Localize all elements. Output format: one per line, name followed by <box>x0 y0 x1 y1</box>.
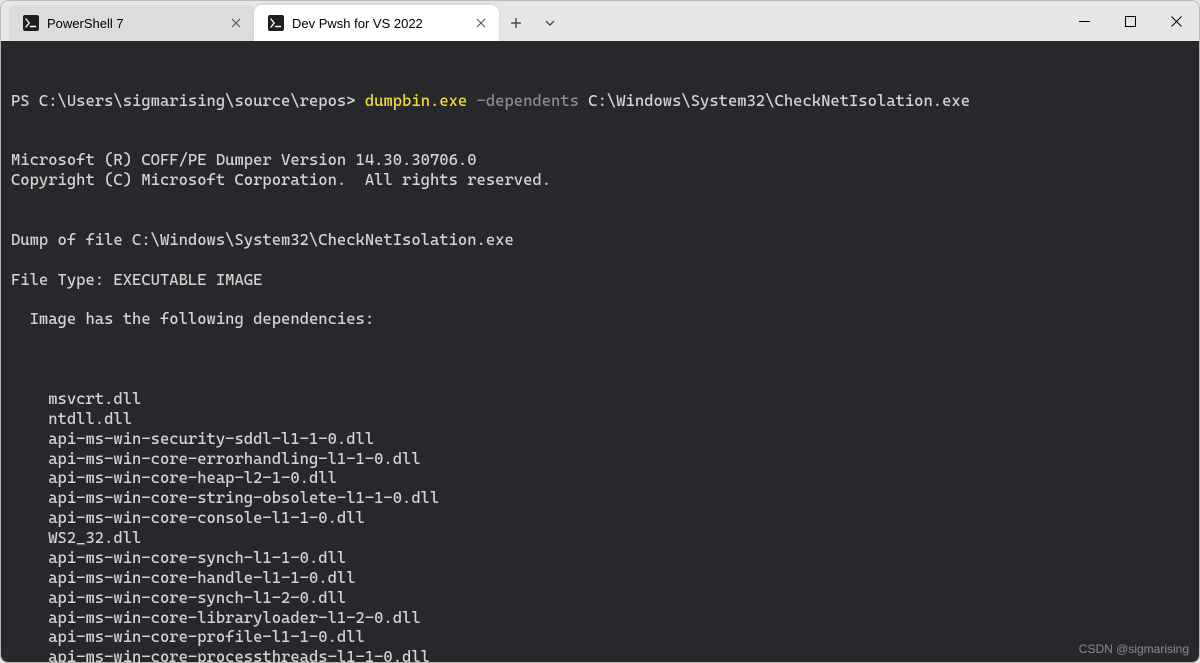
output-line: Microsoft (R) COFF/PE Dumper Version 14.… <box>11 150 1189 170</box>
prompt-line: PS C:\Users\sigmarising\source\repos> du… <box>11 91 1189 111</box>
dependency-line: api-ms-win-core-libraryloader-l1-2-0.dll <box>11 608 1189 628</box>
new-tab-button[interactable] <box>499 5 533 41</box>
dependency-line: api-ms-win-core-synch-l1-2-0.dll <box>11 588 1189 608</box>
powershell-icon <box>268 15 284 31</box>
tab-powershell[interactable]: PowerShell 7 <box>9 5 254 41</box>
dependency-line: msvcrt.dll <box>11 389 1189 409</box>
dependency-line: api-ms-win-core-handle-l1-1-0.dll <box>11 568 1189 588</box>
output-line <box>11 290 1189 310</box>
close-window-button[interactable] <box>1153 1 1199 41</box>
dependency-line: api-ms-win-core-string-obsolete-l1-1-0.d… <box>11 488 1189 508</box>
close-icon[interactable] <box>473 15 489 31</box>
minimize-button[interactable] <box>1061 1 1107 41</box>
dependency-line: api-ms-win-security-sddl-l1-1-0.dll <box>11 429 1189 449</box>
output-header: Microsoft (R) COFF/PE Dumper Version 14.… <box>11 150 1189 349</box>
output-line <box>11 250 1189 270</box>
output-line <box>11 190 1189 210</box>
window-controls <box>1061 1 1199 41</box>
dependency-line: api-ms-win-core-errorhandling-l1-1-0.dll <box>11 449 1189 469</box>
dependency-list: msvcrt.dll ntdll.dll api-ms-win-security… <box>11 389 1189 662</box>
terminal-window: PowerShell 7 Dev Pwsh for VS 2022 <box>0 0 1200 663</box>
output-line <box>11 210 1189 230</box>
dependency-line: WS2_32.dll <box>11 528 1189 548</box>
dependency-line: api-ms-win-core-console-l1-1-0.dll <box>11 508 1189 528</box>
close-icon[interactable] <box>228 15 244 31</box>
dependency-line: api-ms-win-core-processthreads-l1-1-0.dl… <box>11 647 1189 662</box>
titlebar: PowerShell 7 Dev Pwsh for VS 2022 <box>1 1 1199 41</box>
dependency-line: api-ms-win-core-heap-l2-1-0.dll <box>11 468 1189 488</box>
prompt-prefix: PS C:\Users\sigmarising\source\repos> <box>11 91 365 110</box>
dependency-line: ntdll.dll <box>11 409 1189 429</box>
command-executable: dumpbin.exe <box>365 91 467 110</box>
maximize-button[interactable] <box>1107 1 1153 41</box>
dependency-line: api-ms-win-core-profile-l1-1-0.dll <box>11 627 1189 647</box>
tab-dropdown-button[interactable] <box>533 5 567 41</box>
output-line <box>11 329 1189 349</box>
tab-dev-pwsh[interactable]: Dev Pwsh for VS 2022 <box>254 5 499 41</box>
command-flag: -dependents <box>467 91 579 110</box>
command-arg: C:\Windows\System32\CheckNetIsolation.ex… <box>579 91 970 110</box>
titlebar-drag-region[interactable] <box>567 1 1061 41</box>
tab-label: Dev Pwsh for VS 2022 <box>292 16 465 31</box>
tab-label: PowerShell 7 <box>47 16 220 31</box>
watermark: CSDN @sigmarising <box>1079 642 1189 657</box>
dependency-line: api-ms-win-core-synch-l1-1-0.dll <box>11 548 1189 568</box>
output-line: Copyright (C) Microsoft Corporation. All… <box>11 170 1189 190</box>
powershell-icon <box>23 15 39 31</box>
output-line: File Type: EXECUTABLE IMAGE <box>11 270 1189 290</box>
terminal-pane[interactable]: PS C:\Users\sigmarising\source\repos> du… <box>1 41 1199 662</box>
output-line: Dump of file C:\Windows\System32\CheckNe… <box>11 230 1189 250</box>
tab-strip: PowerShell 7 Dev Pwsh for VS 2022 <box>1 1 567 41</box>
output-line: Image has the following dependencies: <box>11 309 1189 329</box>
